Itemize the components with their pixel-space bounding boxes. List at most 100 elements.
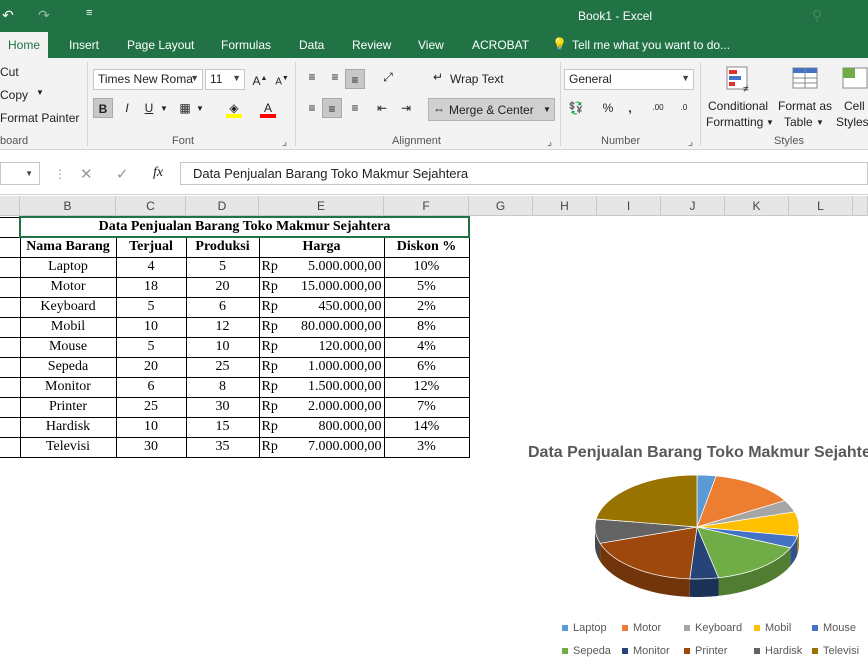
cell-produksi[interactable]: 30 — [185, 396, 260, 418]
cell-harga[interactable]: 7.000.000,00 — [299, 436, 385, 458]
cell-produksi[interactable]: 8 — [185, 376, 260, 398]
pie-slice-televisi[interactable] — [595, 474, 698, 528]
legend-item-mobil[interactable]: Mobil — [754, 622, 791, 634]
cell-nama-barang[interactable]: Sepeda — [19, 356, 117, 378]
middle-align-icon[interactable]: ≡ — [325, 67, 345, 87]
font-name-combo[interactable]: Times New Roma ▼ — [93, 69, 203, 90]
cell-currency[interactable]: Rp — [258, 356, 299, 378]
column-header-d[interactable]: D — [186, 196, 259, 216]
cell-a[interactable] — [0, 356, 21, 378]
cell-nama-barang[interactable]: Televisi — [19, 436, 117, 458]
dialog-launcher-icon[interactable]: ⌟ — [282, 135, 287, 148]
grow-font-icon[interactable]: A▲ — [250, 69, 270, 89]
cell-currency[interactable]: Rp — [258, 316, 299, 338]
cell-terjual[interactable]: 10 — [115, 416, 187, 438]
tab-acrobat[interactable]: ACROBAT — [472, 38, 529, 52]
cell-diskon[interactable]: 4% — [383, 336, 470, 358]
format-as-table-button[interactable]: Format as — [778, 99, 832, 113]
chevron-down-icon[interactable]: ▼ — [25, 169, 33, 178]
cell-a[interactable] — [0, 416, 21, 438]
tab-review[interactable]: Review — [352, 38, 391, 52]
chevron-down-icon[interactable]: ▼ — [36, 88, 44, 97]
cell-currency[interactable]: Rp — [258, 296, 299, 318]
format-as-table-icon[interactable] — [790, 64, 820, 94]
cell-nama-barang[interactable]: Keyboard — [19, 296, 117, 318]
pie-chart[interactable]: Data Penjualan Barang Toko Makmur Sejaht… — [472, 432, 868, 672]
cell-diskon[interactable]: 12% — [383, 376, 470, 398]
cell-nama-barang[interactable]: Mouse — [19, 336, 117, 358]
cell-produksi[interactable]: 35 — [185, 436, 260, 458]
table-title[interactable]: Data Penjualan Barang Toko Makmur Sejaht… — [19, 216, 470, 238]
cell-nama-barang[interactable]: Monitor — [19, 376, 117, 398]
cell-diskon[interactable]: 2% — [383, 296, 470, 318]
column-header-a[interactable] — [0, 196, 20, 216]
more-icon[interactable]: ⋮ — [54, 167, 66, 181]
cell-terjual[interactable]: 5 — [115, 336, 187, 358]
align-left-icon[interactable]: ≡ — [302, 98, 322, 118]
increase-indent-icon[interactable]: ⇥ — [396, 98, 416, 118]
cell-harga[interactable]: 80.000.000,00 — [299, 316, 385, 338]
fill-color-icon[interactable]: ◈ — [224, 98, 244, 118]
column-header-e[interactable]: E — [259, 196, 384, 216]
cell-terjual[interactable]: 30 — [115, 436, 187, 458]
bottom-align-icon[interactable]: ≡ — [345, 69, 365, 89]
cell-terjual[interactable]: 6 — [115, 376, 187, 398]
borders-icon[interactable]: ▦ — [175, 98, 195, 118]
merge-center-button[interactable]: ⇔ Merge & Center ▼ — [428, 98, 555, 121]
cell-produksi[interactable]: 10 — [185, 336, 260, 358]
customize-toolbar-icon[interactable]: ≡ — [86, 7, 92, 19]
cell-terjual[interactable]: 10 — [115, 316, 187, 338]
cell-a[interactable] — [0, 216, 21, 238]
cut-button[interactable]: Cut — [0, 65, 19, 79]
decrease-decimal-icon[interactable]: .0 — [674, 98, 694, 118]
cell-terjual[interactable]: 18 — [115, 276, 187, 298]
legend-item-keyboard[interactable]: Keyboard — [684, 622, 742, 634]
cell-nama-barang[interactable]: Motor — [19, 276, 117, 298]
column-header-j[interactable]: J — [661, 196, 725, 216]
redo-icon[interactable]: ↷ — [38, 7, 50, 24]
conditional-formatting-button[interactable]: Conditional — [708, 99, 768, 113]
tell-me-box[interactable]: Tell me what you want to do... — [572, 38, 730, 52]
cell-nama-barang[interactable]: Laptop — [19, 256, 117, 278]
enter-icon[interactable]: ✓ — [116, 165, 129, 183]
cell-harga[interactable]: 450.000,00 — [299, 296, 385, 318]
column-header-c[interactable]: C — [116, 196, 186, 216]
cell-diskon[interactable]: 6% — [383, 356, 470, 378]
font-size-combo[interactable]: 11 ▼ — [205, 69, 245, 90]
tab-formulas[interactable]: Formulas — [221, 38, 271, 52]
chevron-down-icon[interactable]: ▼ — [196, 104, 204, 113]
header-harga[interactable]: Harga — [258, 236, 385, 258]
column-header-h[interactable]: H — [533, 196, 597, 216]
cell-a[interactable] — [0, 236, 21, 258]
tab-insert[interactable]: Insert — [69, 38, 99, 52]
legend-item-televisi[interactable]: Televisi — [812, 645, 859, 657]
header-produksi[interactable]: Produksi — [185, 236, 260, 258]
cell-styles-icon[interactable] — [840, 64, 868, 94]
cell-currency[interactable]: Rp — [258, 276, 299, 298]
legend-item-mouse[interactable]: Mouse — [812, 622, 856, 634]
cell-harga[interactable]: 1.500.000,00 — [299, 376, 385, 398]
shrink-font-icon[interactable]: A▼ — [272, 69, 292, 89]
align-right-icon[interactable]: ≡ — [345, 98, 365, 118]
cell-diskon[interactable]: 10% — [383, 256, 470, 278]
cell-diskon[interactable]: 8% — [383, 316, 470, 338]
cell-terjual[interactable]: 4 — [115, 256, 187, 278]
legend-item-motor[interactable]: Motor — [622, 622, 661, 634]
cell-produksi[interactable]: 6 — [185, 296, 260, 318]
number-format-combo[interactable]: General ▼ — [564, 69, 694, 90]
cell-produksi[interactable]: 20 — [185, 276, 260, 298]
cell-a[interactable] — [0, 436, 21, 458]
cell-currency[interactable]: Rp — [258, 376, 299, 398]
cell-nama-barang[interactable]: Mobil — [19, 316, 117, 338]
cell-produksi[interactable]: 25 — [185, 356, 260, 378]
chevron-down-icon[interactable]: ▼ — [766, 118, 774, 127]
cell-currency[interactable]: Rp — [258, 336, 299, 358]
cell-harga[interactable]: 800.000,00 — [299, 416, 385, 438]
worksheet[interactable]: Data Penjualan Barang Toko Makmur Sejaht… — [0, 216, 868, 672]
cell-a[interactable] — [0, 396, 21, 418]
cell-harga[interactable]: 2.000.000,00 — [299, 396, 385, 418]
dialog-launcher-icon[interactable]: ⌟ — [688, 135, 693, 148]
cell-produksi[interactable]: 15 — [185, 416, 260, 438]
column-header-l[interactable]: L — [789, 196, 853, 216]
tab-home[interactable]: Home — [0, 32, 49, 58]
